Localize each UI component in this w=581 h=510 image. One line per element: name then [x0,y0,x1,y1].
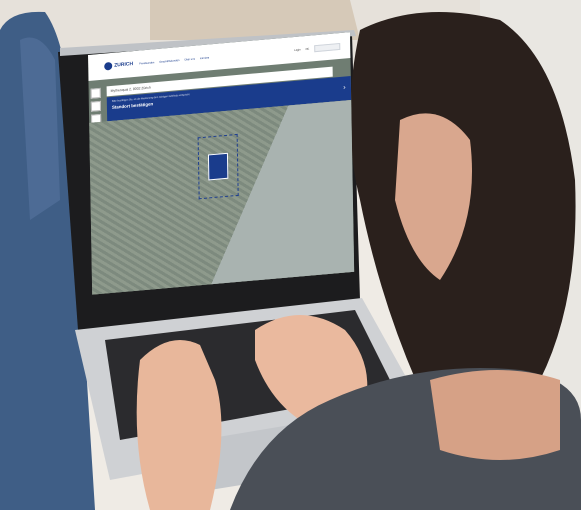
left-hand [136,340,222,510]
nav-item-2[interactable]: Geschäftskunden [159,59,179,64]
zoom-out-icon[interactable] [90,100,101,112]
main-nav: Privatkunden Geschäftskunden Über uns Ka… [139,56,209,65]
chevron-right-icon[interactable]: › [343,83,346,91]
login-link[interactable]: Login [294,48,300,52]
zurich-logo[interactable]: ZURICH [104,60,133,71]
address-value: Mythenquai 2, 8002 Zürich [110,85,151,94]
language-switch[interactable]: DE [306,47,310,50]
search-input[interactable] [314,42,341,52]
zurich-logo-icon [104,61,113,71]
map-tools [90,87,102,125]
nav-item-3[interactable]: Über uns [184,57,195,61]
brand-name: ZURICH [114,61,134,69]
nav-item-4[interactable]: Karriere [200,56,209,60]
zoom-in-icon[interactable] [90,87,101,99]
laptop-screen: ZURICH Privatkunden Geschäftskunden Über… [88,32,355,295]
selected-building-marker[interactable] [207,152,229,181]
nav-item-1[interactable]: Privatkunden [139,61,154,65]
neck [430,370,560,460]
header-utilities: Login DE [294,42,341,53]
